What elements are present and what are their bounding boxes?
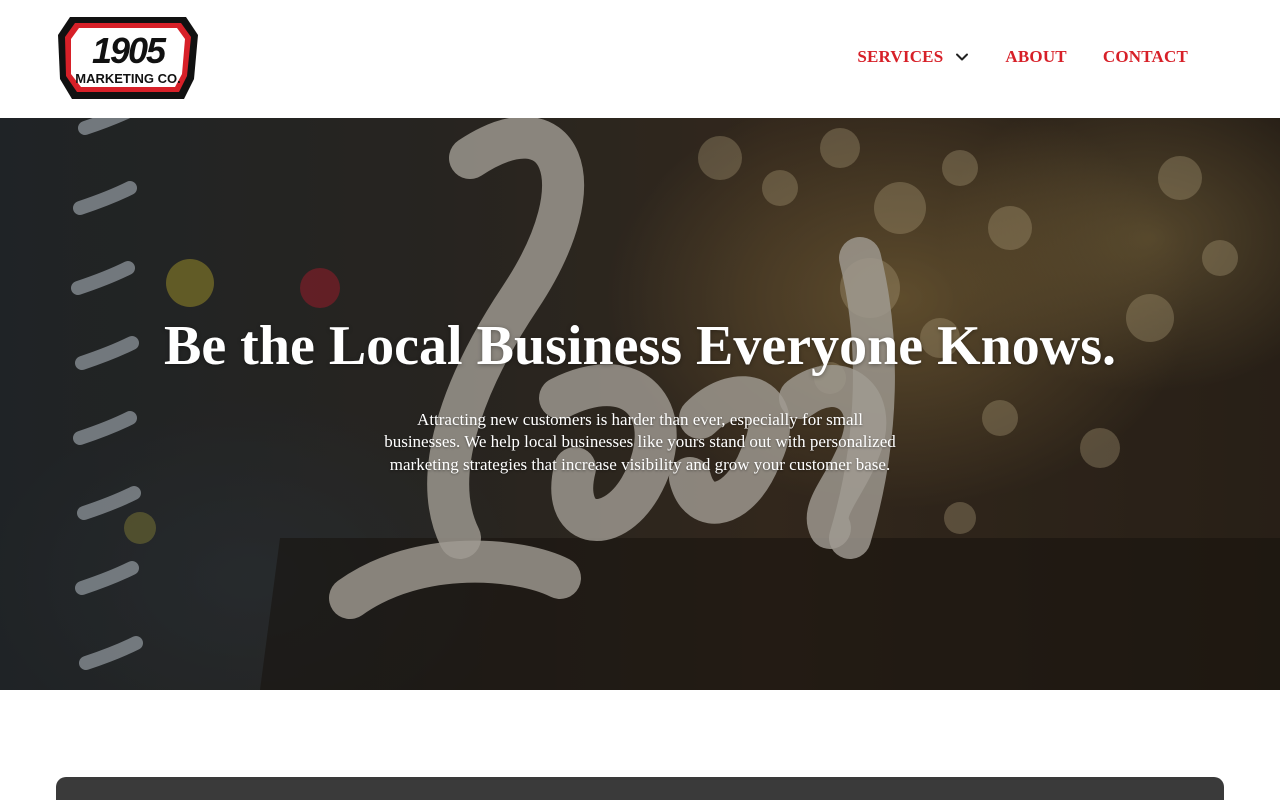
brand-logo[interactable]: 1905 MARKETING CO. xyxy=(56,13,200,104)
nav-about[interactable]: ABOUT xyxy=(1005,47,1066,67)
nav-services[interactable]: SERVICES xyxy=(857,47,969,67)
site-header: 1905 MARKETING CO. SERVICES ABOUT CONTAC… xyxy=(0,0,1280,118)
nav-about-label: ABOUT xyxy=(1005,47,1067,66)
content-card xyxy=(56,777,1224,800)
hero-overlay xyxy=(0,118,1280,690)
nav-contact[interactable]: CONTACT xyxy=(1103,47,1188,67)
chevron-down-icon[interactable] xyxy=(955,50,969,64)
hero-section: Be the Local Business Everyone Knows. At… xyxy=(0,118,1280,690)
hero-description: Attracting new customers is harder than … xyxy=(384,410,896,474)
nav-services-label: SERVICES xyxy=(857,47,944,66)
svg-text:1905: 1905 xyxy=(92,30,167,71)
nav-contact-label: CONTACT xyxy=(1102,47,1188,66)
main-nav: SERVICES ABOUT CONTACT xyxy=(857,47,1188,67)
hero-title: Be the Local Business Everyone Knows. xyxy=(163,315,1117,377)
svg-text:MARKETING CO.: MARKETING CO. xyxy=(75,71,180,86)
